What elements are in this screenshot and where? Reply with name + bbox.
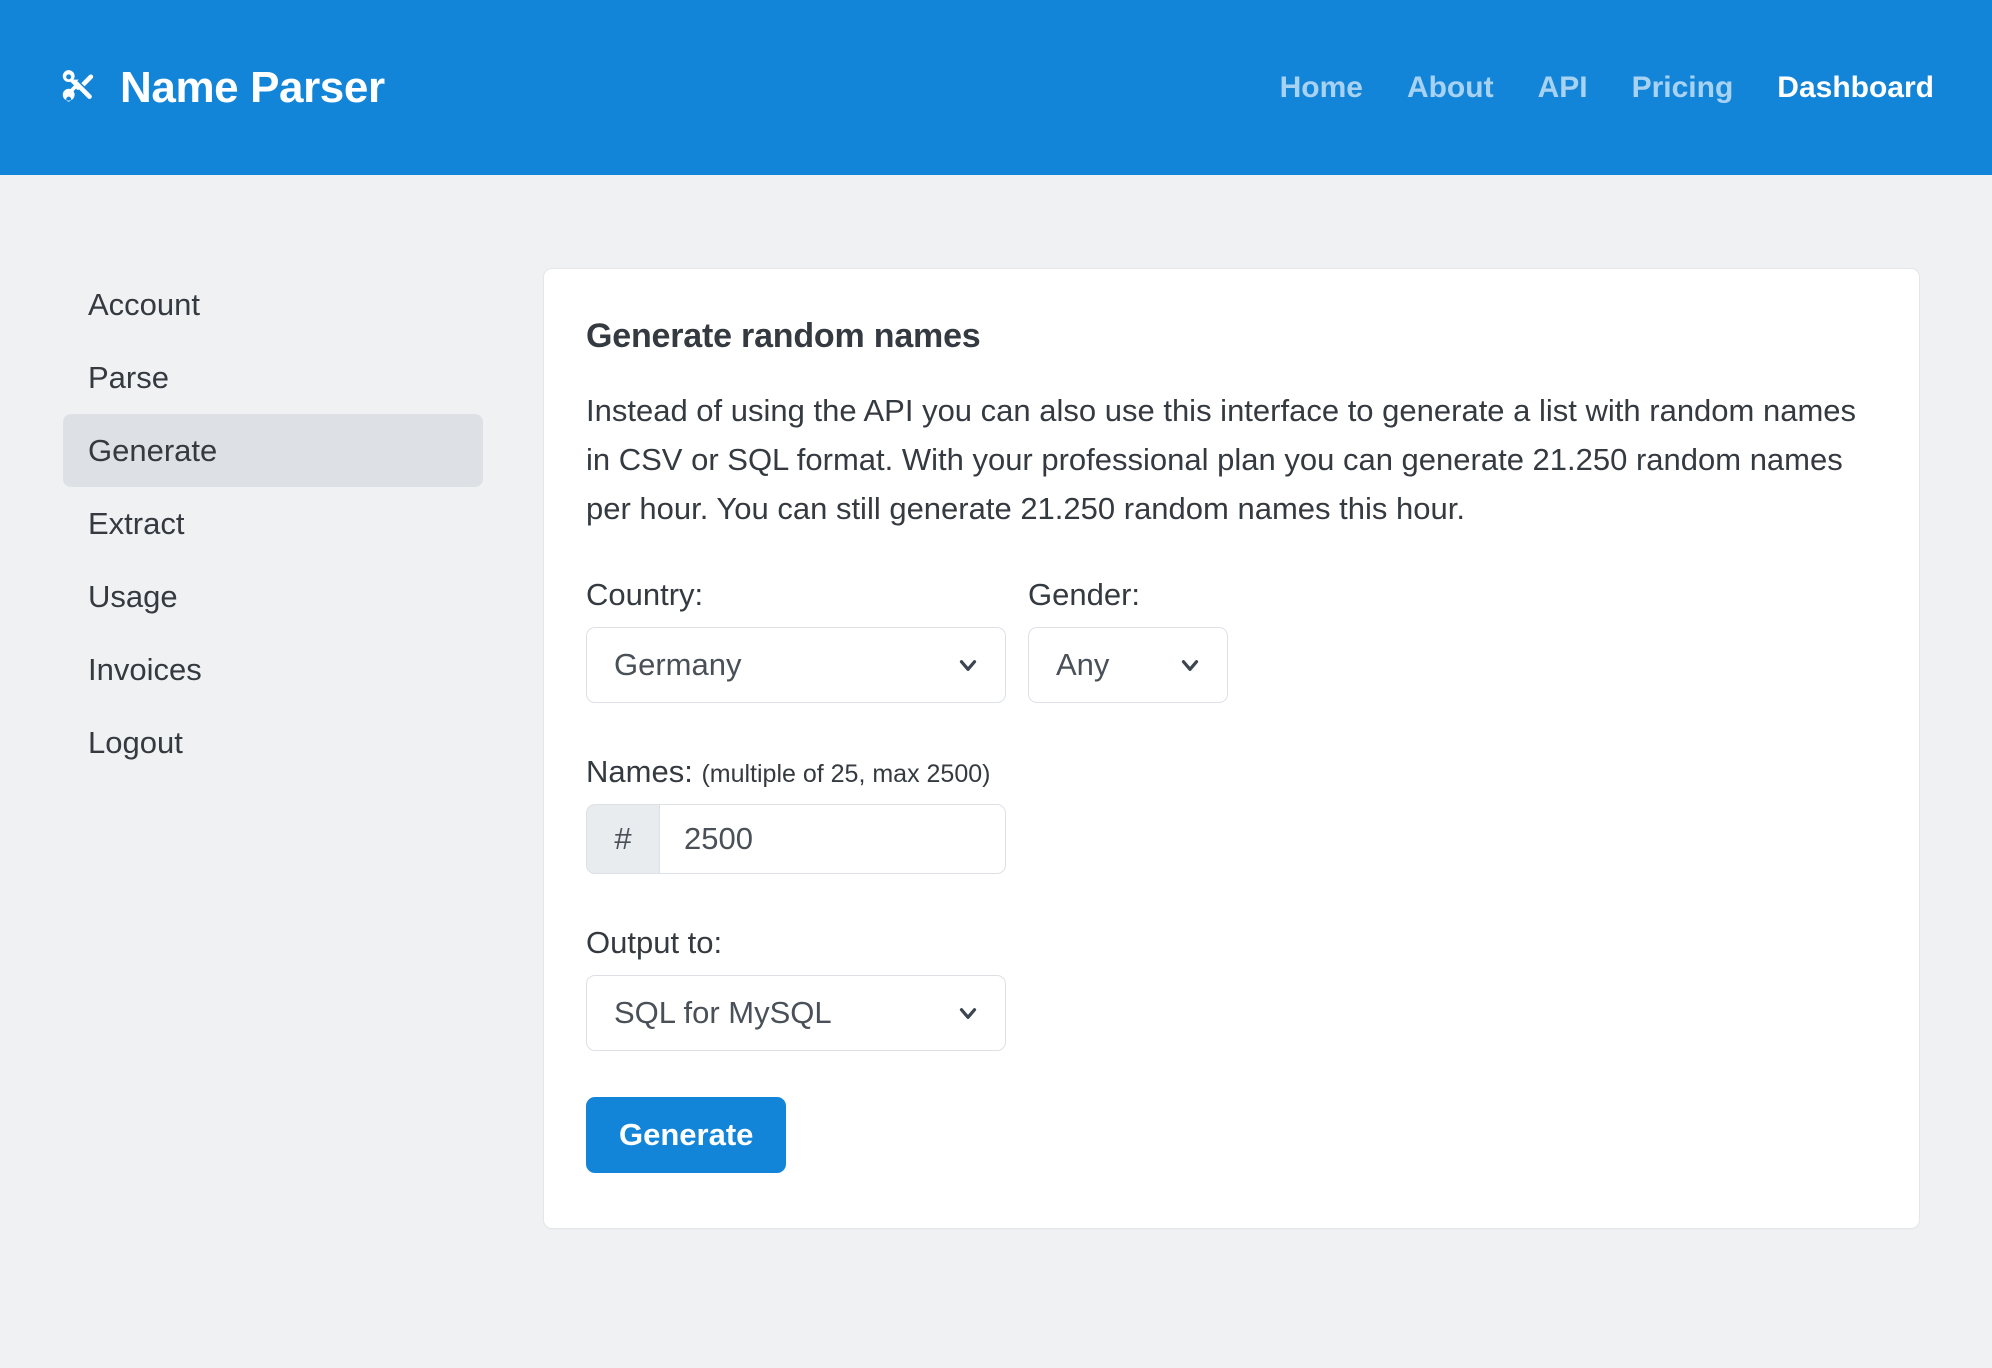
country-gender-row: Country: Germany Gender: Any <box>586 576 1867 703</box>
page-title: Generate random names <box>586 317 981 355</box>
nav-link-pricing[interactable]: Pricing <box>1610 63 1756 113</box>
brand-logo[interactable]: Name Parser <box>54 64 385 112</box>
output-select-wrapper: SQL for MySQL <box>586 975 1006 1051</box>
gender-select-wrapper: Any <box>1028 626 1228 703</box>
dashboard-sidebar: Account Parse Generate Extract Usage Inv… <box>63 268 483 779</box>
names-label: Names: (multiple of 25, max 2500) <box>586 753 1867 790</box>
nav-link-api[interactable]: API <box>1516 63 1610 113</box>
sidebar-item-extract[interactable]: Extract <box>63 487 483 560</box>
sidebar-item-account[interactable]: Account <box>63 268 483 341</box>
page-body: Account Parse Generate Extract Usage Inv… <box>0 175 1992 1229</box>
nav-link-home[interactable]: Home <box>1258 63 1385 113</box>
gender-field-group: Gender: Any <box>1028 576 1228 703</box>
brand-name: Name Parser <box>120 62 385 112</box>
names-count-input[interactable] <box>659 803 1006 874</box>
generate-card: Generate random names Instead of using t… <box>543 268 1920 1229</box>
sidebar-item-parse[interactable]: Parse <box>63 341 483 414</box>
output-field-group: Output to: SQL for MySQL <box>586 924 1867 1051</box>
output-label: Output to: <box>586 924 723 960</box>
main-navigation: Home About API Pricing Dashboard <box>1258 63 1934 113</box>
top-navbar: Name Parser Home About API Pricing Dashb… <box>0 0 1992 175</box>
nav-link-about[interactable]: About <box>1385 63 1516 113</box>
nav-link-dashboard[interactable]: Dashboard <box>1755 63 1934 113</box>
names-label-text: Names: <box>586 753 693 789</box>
names-field-group: Names: (multiple of 25, max 2500) # <box>586 753 1867 874</box>
sidebar-item-usage[interactable]: Usage <box>63 560 483 633</box>
country-field-group: Country: Germany <box>586 576 1006 703</box>
sidebar-item-logout[interactable]: Logout <box>63 706 483 779</box>
sidebar-item-generate[interactable]: Generate <box>63 414 483 487</box>
output-format-select[interactable]: SQL for MySQL <box>586 975 1006 1051</box>
generate-button[interactable]: Generate <box>586 1096 787 1173</box>
sidebar-item-invoices[interactable]: Invoices <box>63 633 483 706</box>
gender-label: Gender: <box>1028 576 1141 612</box>
scissors-icon <box>54 64 102 112</box>
names-input-group: # <box>586 803 1006 874</box>
country-select-wrapper: Germany <box>586 626 1006 703</box>
card-description: Instead of using the API you can also us… <box>586 392 1857 526</box>
gender-select[interactable]: Any <box>1028 626 1228 703</box>
country-label: Country: <box>586 576 704 612</box>
names-label-hint: (multiple of 25, max 2500) <box>701 759 991 788</box>
hash-prefix-icon: # <box>586 803 659 874</box>
generate-form: Country: Germany Gender: Any Names: (mul… <box>586 576 1867 1173</box>
country-select[interactable]: Germany <box>586 626 1006 703</box>
